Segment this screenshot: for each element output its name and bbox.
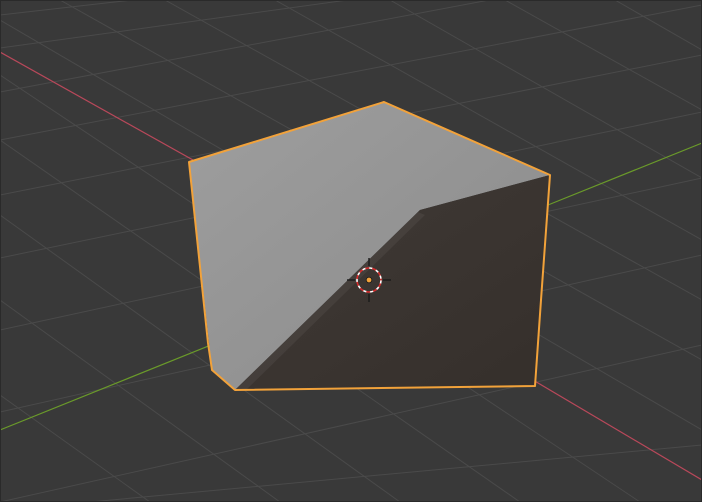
grid-line	[0, 394, 151, 502]
3d-viewport[interactable]	[0, 0, 702, 502]
y-axis-line-far	[547, 142, 702, 206]
grid-line	[0, 0, 352, 49]
selected-mesh-object[interactable]	[188, 101, 551, 391]
grid-line	[0, 0, 492, 93]
viewport-canvas[interactable]	[0, 0, 702, 502]
grid-line	[89, 444, 702, 502]
grid-line	[504, 0, 702, 111]
object-origin-icon	[365, 276, 373, 284]
